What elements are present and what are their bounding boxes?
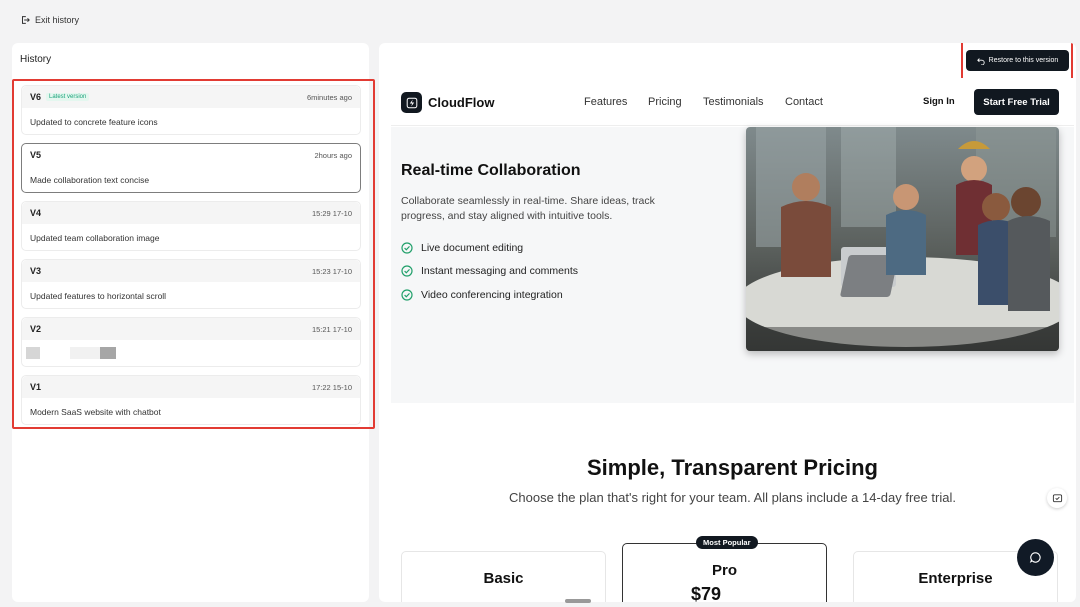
feature-item-label: Live document editing bbox=[421, 242, 524, 254]
nav-link-testimonials[interactable]: Testimonials bbox=[703, 96, 764, 108]
check-circle-icon bbox=[401, 289, 413, 301]
feature-section: Real-time Collaboration Collaborate seam… bbox=[391, 127, 1074, 403]
feature-item: Instant messaging and comments bbox=[401, 265, 578, 277]
version-label: V5 bbox=[30, 150, 42, 160]
version-description: Updated team collaboration image bbox=[30, 233, 160, 243]
version-label: V4 bbox=[30, 208, 42, 218]
version-description: Updated features to horizontal scroll bbox=[30, 291, 167, 301]
feature-item-label: Video conferencing integration bbox=[421, 289, 563, 301]
version-card-v3[interactable]: V3 15:23 17-10 Updated features to horiz… bbox=[21, 259, 361, 309]
plan-price: $79 bbox=[691, 584, 722, 602]
restore-highlight: Restore to this version bbox=[961, 43, 1073, 82]
version-label: V3 bbox=[30, 266, 42, 276]
brand-name: CloudFlow bbox=[428, 95, 495, 110]
version-description: Made collaboration text concise bbox=[30, 175, 150, 185]
version-time: 17:22 15-10 bbox=[311, 383, 352, 392]
most-popular-badge: Most Popular bbox=[696, 536, 758, 549]
site-logo[interactable]: CloudFlow bbox=[401, 92, 494, 113]
undo-icon bbox=[976, 57, 985, 65]
version-time: 2hours ago bbox=[314, 151, 352, 160]
nav-link-features[interactable]: Features bbox=[584, 96, 627, 108]
version-time: 15:29 17-10 bbox=[311, 209, 352, 218]
redacted-description bbox=[26, 347, 116, 359]
restore-version-label: Restore to this version bbox=[988, 57, 1059, 64]
feature-item: Video conferencing integration bbox=[401, 289, 563, 301]
version-card-v2[interactable]: V2 15:21 17-10 bbox=[21, 317, 361, 367]
bolt-icon bbox=[406, 97, 417, 108]
pricing-title: Simple, Transparent Pricing bbox=[587, 455, 878, 480]
history-title: History bbox=[20, 54, 52, 65]
pricing-subtitle: Choose the plan that's right for your te… bbox=[509, 490, 956, 505]
scroll-handle[interactable] bbox=[565, 599, 591, 603]
sign-in-link[interactable]: Sign In bbox=[923, 96, 955, 107]
plan-name: Basic bbox=[483, 570, 524, 587]
start-free-trial-button[interactable]: Start Free Trial bbox=[974, 89, 1059, 115]
exit-icon bbox=[22, 16, 30, 24]
version-card-v6[interactable]: V6 Latest version 6minutes ago Updated t… bbox=[21, 85, 361, 135]
version-list: V6 Latest version 6minutes ago Updated t… bbox=[12, 79, 375, 429]
chat-icon bbox=[1029, 552, 1041, 563]
version-description: Updated to concrete feature icons bbox=[30, 117, 158, 127]
feedback-button[interactable] bbox=[1047, 488, 1067, 508]
version-time: 6minutes ago bbox=[306, 93, 352, 102]
version-time: 15:21 17-10 bbox=[311, 325, 352, 334]
version-label: V1 bbox=[30, 382, 42, 392]
exit-history-button[interactable]: Exit history bbox=[20, 15, 79, 25]
version-label: V2 bbox=[30, 324, 42, 334]
version-label: V6 bbox=[30, 92, 42, 102]
feature-item: Live document editing bbox=[401, 242, 523, 254]
check-circle-icon bbox=[401, 242, 413, 254]
website-preview: CloudFlow Features Pricing Testimonials … bbox=[391, 78, 1074, 602]
plan-card-pro[interactable]: Most Popular Pro $79 bbox=[622, 536, 827, 602]
team-collaboration-image bbox=[746, 127, 1059, 351]
plan-card-basic[interactable]: Basic bbox=[401, 551, 606, 602]
history-panel: History V6 Latest version 6minutes ago U… bbox=[12, 43, 375, 602]
latest-version-badge: Latest version bbox=[46, 93, 90, 101]
version-description: Modern SaaS website with chatbot bbox=[30, 407, 161, 417]
restore-version-button[interactable]: Restore to this version bbox=[966, 50, 1069, 71]
site-navbar: CloudFlow Features Pricing Testimonials … bbox=[391, 78, 1074, 126]
top-bar: Exit history bbox=[0, 0, 1080, 42]
feedback-icon bbox=[1052, 493, 1062, 502]
feature-description: Collaborate seamlessly in real-time. Sha… bbox=[401, 195, 655, 222]
exit-history-label: Exit history bbox=[35, 15, 80, 25]
check-circle-icon bbox=[401, 265, 413, 277]
version-card-v4[interactable]: V4 15:29 17-10 Updated team collaboratio… bbox=[21, 201, 361, 251]
feature-title: Real-time Collaboration bbox=[401, 162, 581, 179]
preview-panel: Restore to this version CloudFlow Featur… bbox=[379, 43, 1076, 602]
logo-mark bbox=[401, 92, 422, 113]
version-card-v5[interactable]: V5 2hours ago Made collaboration text co… bbox=[21, 143, 361, 193]
version-time: 15:23 17-10 bbox=[311, 267, 352, 276]
chat-button[interactable] bbox=[1017, 539, 1054, 576]
plan-name: Pro bbox=[711, 562, 737, 579]
nav-link-pricing[interactable]: Pricing bbox=[648, 96, 682, 108]
version-card-v1[interactable]: V1 17:22 15-10 Modern SaaS website with … bbox=[21, 375, 361, 425]
feature-item-label: Instant messaging and comments bbox=[421, 265, 578, 277]
nav-link-contact[interactable]: Contact bbox=[785, 96, 823, 108]
